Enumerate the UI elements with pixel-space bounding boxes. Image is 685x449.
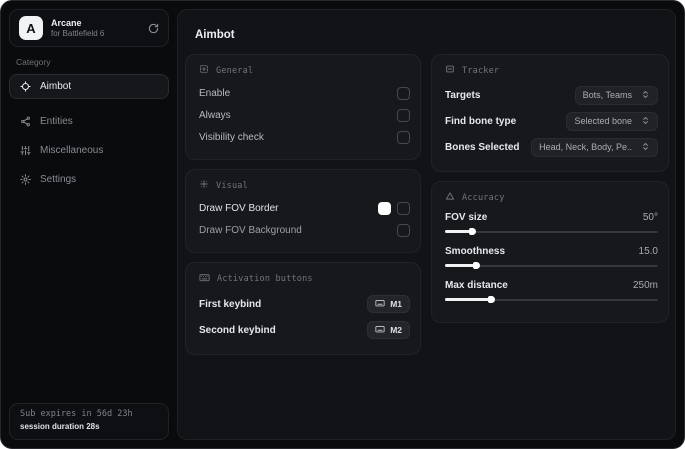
setting-label: Targets: [445, 89, 481, 101]
setting-row-find-bone-type: Find bone type Selected bone: [445, 108, 658, 134]
setting-row-always: Always: [199, 104, 411, 126]
sidebar-item-miscellaneous[interactable]: Miscellaneous: [9, 138, 169, 163]
main-panel: Aimbot General Enable Always Visibility …: [177, 9, 676, 440]
setting-label: Bones Selected: [445, 141, 520, 153]
entities-icon: [20, 116, 31, 127]
setting-label: Max distance: [445, 280, 508, 291]
expand-icon: [641, 90, 650, 101]
tracker-card: Tracker Targets Bots, Teams Find bone ty…: [431, 54, 669, 172]
setting-label: Visibility check: [199, 131, 264, 143]
setting-row-draw-fov-border: Draw FOV Border: [199, 197, 411, 219]
dropdown-value: Head, Neck, Body, Pe..: [539, 142, 632, 152]
targets-dropdown[interactable]: Bots, Teams: [574, 85, 658, 105]
setting-row-smoothness: Smoothness 15.0: [445, 243, 658, 269]
sidebar-item-aimbot[interactable]: Aimbot: [9, 74, 169, 99]
box-minus-icon: [445, 64, 455, 77]
dropdown-value: Bots, Teams: [582, 90, 632, 100]
first-keybind-button[interactable]: M1: [367, 295, 411, 313]
card-title: Activation buttons: [217, 274, 313, 284]
setting-label: First keybind: [199, 298, 262, 310]
card-title: Tracker: [462, 65, 500, 76]
setting-label: Draw FOV Background: [199, 224, 302, 236]
page-title: Aimbot: [195, 29, 235, 41]
keyboard-icon: [375, 324, 385, 336]
keybind-value: M1: [390, 299, 403, 309]
sub-expiry-text: Sub expires in 56d 23h: [20, 409, 133, 419]
second-keybind-button[interactable]: M2: [367, 321, 411, 339]
setting-label: Draw FOV Border: [199, 202, 279, 214]
plus-icon: [199, 179, 209, 192]
expand-icon: [641, 142, 650, 153]
sliders-icon: [20, 145, 31, 156]
slider-thumb[interactable]: [472, 262, 480, 269]
session-duration-text: session duration 28s: [20, 422, 100, 431]
card-title: General: [216, 65, 254, 76]
visual-card: Visual Draw FOV Border Draw FOV Backgrou…: [185, 169, 422, 253]
dropdown-value: Selected bone: [574, 116, 632, 126]
sidebar: A Arcane for Battlefield 6 Category Aimb…: [1, 1, 177, 448]
sidebar-item-settings[interactable]: Settings: [9, 167, 169, 192]
slider-value: 15.0: [638, 246, 658, 257]
setting-row-second-keybind: Second keybind M2: [199, 317, 411, 343]
draw-fov-background-checkbox[interactable]: [397, 223, 411, 237]
app-title: Arcane: [51, 18, 82, 28]
always-checkbox[interactable]: [397, 108, 411, 122]
enable-checkbox[interactable]: [397, 86, 411, 100]
setting-row-draw-fov-background: Draw FOV Background: [199, 219, 411, 241]
category-label: Category: [16, 57, 51, 67]
grid-square-icon: [199, 64, 209, 77]
sidebar-item-label: Miscellaneous: [40, 145, 104, 156]
setting-row-visibility-check: Visibility check: [199, 126, 411, 148]
slider-thumb[interactable]: [468, 228, 476, 235]
setting-row-enable: Enable: [199, 82, 411, 104]
visibility-check-checkbox[interactable]: [397, 130, 411, 144]
slider-value: 50°: [642, 212, 658, 223]
bones-selected-dropdown[interactable]: Head, Neck, Body, Pe..: [531, 137, 658, 157]
brand-card: A Arcane for Battlefield 6: [9, 9, 169, 47]
card-title: Accuracy: [462, 192, 505, 203]
slider-value: 250m: [632, 280, 658, 291]
logo-letter: A: [26, 20, 36, 36]
activation-buttons-card: Activation buttons First keybind M1 Seco…: [185, 262, 422, 355]
sidebar-nav: Aimbot Entities Miscellaneous Settings: [1, 74, 177, 192]
subscription-card: Sub expires in 56d 23h session duration …: [9, 403, 169, 440]
find-bone-type-dropdown[interactable]: Selected bone: [566, 111, 658, 131]
refresh-icon[interactable]: [148, 23, 159, 34]
gear-icon: [20, 174, 31, 185]
setting-row-bones-selected: Bones Selected Head, Neck, Body, Pe..: [445, 134, 658, 160]
keyboard-icon: [375, 298, 385, 310]
setting-label: Second keybind: [199, 324, 276, 336]
setting-row-max-distance: Max distance 250m: [445, 277, 658, 303]
setting-row-fov-size: FOV size 50°: [445, 209, 658, 235]
expand-icon: [641, 116, 650, 127]
sidebar-item-label: Aimbot: [40, 81, 72, 92]
fov-border-color-swatch[interactable]: [378, 201, 392, 215]
card-title: Visual: [216, 180, 248, 191]
crosshair-icon: [20, 81, 31, 92]
setting-label: Enable: [199, 87, 231, 99]
setting-label: Always: [199, 109, 231, 121]
app-subtitle: for Battlefield 6: [51, 29, 105, 38]
draw-fov-border-checkbox[interactable]: [397, 201, 411, 215]
sidebar-item-entities[interactable]: Entities: [9, 109, 169, 134]
setting-row-first-keybind: First keybind M1: [199, 291, 411, 317]
smoothness-slider[interactable]: [445, 262, 658, 269]
app-window: A Arcane for Battlefield 6 Category Aimb…: [0, 0, 685, 449]
fov-size-slider[interactable]: [445, 228, 658, 235]
setting-label: Smoothness: [445, 246, 506, 257]
triangle-icon: [445, 191, 455, 204]
app-logo: A: [19, 16, 43, 40]
max-distance-slider[interactable]: [445, 296, 658, 303]
general-card: General Enable Always Visibility check: [185, 54, 422, 160]
keybind-value: M2: [390, 325, 403, 335]
setting-label: Find bone type: [445, 115, 517, 127]
setting-label: FOV size: [445, 212, 488, 223]
slider-thumb[interactable]: [487, 296, 495, 303]
accuracy-card: Accuracy FOV size 50° Smoothness 15.0 Ma…: [431, 181, 669, 323]
sidebar-item-label: Settings: [40, 174, 77, 185]
keyboard-icon: [199, 272, 210, 286]
setting-row-targets: Targets Bots, Teams: [445, 82, 658, 108]
sidebar-item-label: Entities: [40, 116, 73, 127]
